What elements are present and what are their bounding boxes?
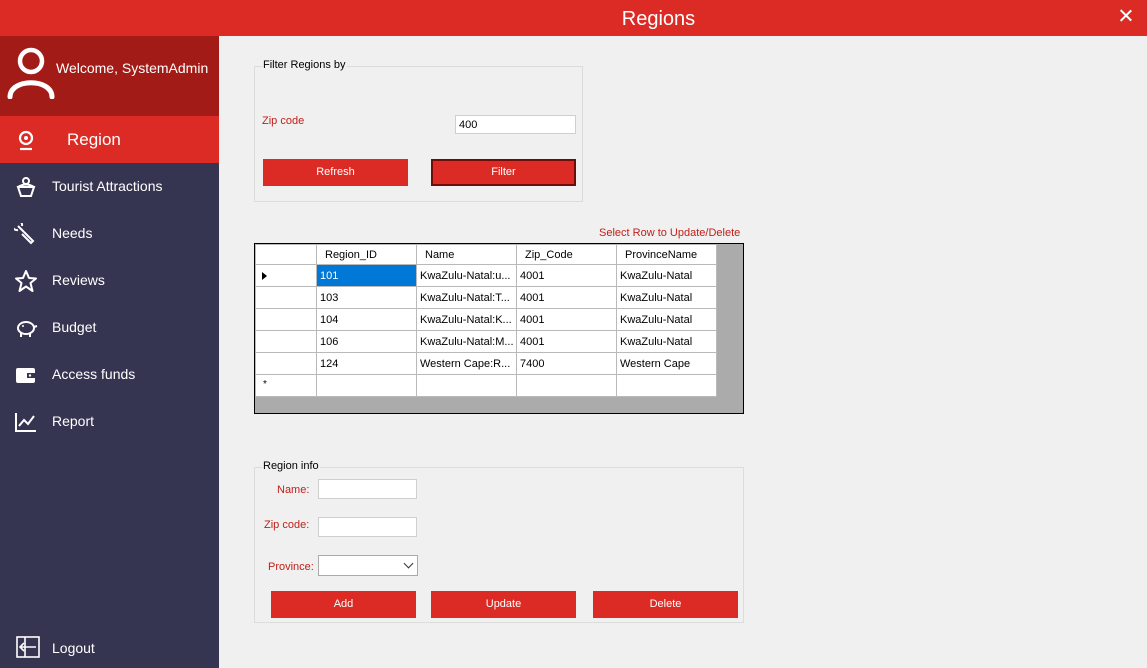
filter-button[interactable]: Filter xyxy=(431,159,576,186)
name-label: Name: xyxy=(277,484,310,496)
piggy-bank-icon xyxy=(17,321,38,337)
table-cell[interactable] xyxy=(616,374,717,397)
table-cell[interactable]: KwaZulu-Natal xyxy=(616,308,717,331)
nav-item-tourist-attractions[interactable]: Tourist Attractions xyxy=(0,163,219,210)
nav-item-budget[interactable]: Budget xyxy=(0,304,219,351)
regions-table: Region_ID Name Zip_Code ProvinceName 101… xyxy=(255,244,717,397)
province-select[interactable] xyxy=(318,555,418,576)
column-header[interactable]: ProvinceName xyxy=(616,244,717,265)
nav-label: Needs xyxy=(52,225,93,241)
logout-button[interactable]: Logout xyxy=(0,628,219,668)
nav-item-reviews[interactable]: Reviews xyxy=(0,257,219,304)
star-icon xyxy=(15,270,37,292)
zip-code-field[interactable] xyxy=(318,517,417,537)
row-header[interactable] xyxy=(255,308,317,331)
add-button[interactable]: Add xyxy=(271,591,416,618)
attraction-icon xyxy=(16,177,36,197)
title-bar: Regions xyxy=(0,0,1147,36)
table-row[interactable]: 101 KwaZulu-Natal:u... 4001 KwaZulu-Nata… xyxy=(255,264,717,287)
nav-item-report[interactable]: Report xyxy=(0,398,219,445)
row-header[interactable] xyxy=(255,352,317,375)
column-header[interactable]: Zip_Code xyxy=(516,244,617,265)
table-cell[interactable] xyxy=(516,374,617,397)
table-row[interactable]: 106 KwaZulu-Natal:M... 4001 KwaZulu-Nata… xyxy=(255,330,717,353)
table-row[interactable]: 124 Western Cape:R... 7400 Western Cape xyxy=(255,352,717,375)
row-header[interactable]: * xyxy=(255,374,317,397)
table-cell[interactable]: KwaZulu-Natal:u... xyxy=(416,264,517,287)
sidebar: Welcome, SystemAdmin Region Tourist Attr… xyxy=(0,36,219,668)
new-row[interactable]: * xyxy=(255,374,717,397)
table-cell[interactable] xyxy=(316,374,417,397)
nav-label: Reviews xyxy=(52,272,105,288)
map-pin-icon xyxy=(18,130,34,151)
table-cell[interactable]: KwaZulu-Natal:K... xyxy=(416,308,517,331)
table-cell[interactable] xyxy=(416,374,517,397)
table-cell[interactable]: KwaZulu-Natal:T... xyxy=(416,286,517,309)
filter-legend: Filter Regions by xyxy=(262,59,347,71)
table-cell[interactable]: Western Cape:R... xyxy=(416,352,517,375)
table-cell[interactable]: 4001 xyxy=(516,330,617,353)
close-icon[interactable] xyxy=(1119,9,1133,23)
nav-item-needs[interactable]: Needs xyxy=(0,210,219,257)
table-cell[interactable]: 104 xyxy=(316,308,417,331)
province-label: Province: xyxy=(268,561,314,573)
nav-item-access-funds[interactable]: Access funds xyxy=(0,351,219,398)
delete-button[interactable]: Delete xyxy=(593,591,738,618)
table-cell[interactable]: KwaZulu-Natal xyxy=(616,286,717,309)
table-row[interactable]: 104 KwaZulu-Natal:K... 4001 KwaZulu-Nata… xyxy=(255,308,717,331)
nav-label: Budget xyxy=(52,319,97,335)
table-cell[interactable]: 103 xyxy=(316,286,417,309)
logout-label: Logout xyxy=(52,640,95,656)
row-header[interactable] xyxy=(255,330,317,353)
zip-code-label: Zip code xyxy=(262,115,305,127)
refresh-button[interactable]: Refresh xyxy=(263,159,408,186)
table-row[interactable]: 103 KwaZulu-Natal:T... 4001 KwaZulu-Nata… xyxy=(255,286,717,309)
nav-label: Region xyxy=(67,130,121,149)
region-info-legend: Region info xyxy=(262,460,320,472)
wrench-icon xyxy=(14,223,35,245)
user-panel: Welcome, SystemAdmin xyxy=(0,36,219,116)
column-header[interactable]: Region_ID xyxy=(316,244,417,265)
nav-label: Tourist Attractions xyxy=(52,178,163,194)
welcome-text: Welcome, SystemAdmin xyxy=(56,60,209,76)
grid-hint: Select Row to Update/Delete xyxy=(599,227,741,239)
row-header[interactable] xyxy=(255,286,317,309)
user-avatar-icon xyxy=(7,47,55,99)
update-button[interactable]: Update xyxy=(431,591,576,618)
table-cell[interactable]: 124 xyxy=(316,352,417,375)
wallet-icon xyxy=(16,368,35,383)
nav-label: Access funds xyxy=(52,366,136,382)
logout-icon xyxy=(16,636,40,658)
column-header[interactable]: Name xyxy=(416,244,517,265)
row-header-corner xyxy=(255,244,317,265)
new-row-marker: * xyxy=(263,379,267,390)
table-cell[interactable]: 101 xyxy=(316,264,417,287)
table-cell[interactable]: 4001 xyxy=(516,286,617,309)
current-row-icon xyxy=(262,272,267,280)
header-row: Region_ID Name Zip_Code ProvinceName xyxy=(255,244,717,265)
table-cell[interactable]: Western Cape xyxy=(616,352,717,375)
table-cell[interactable]: 4001 xyxy=(516,264,617,287)
nav-label: Report xyxy=(52,413,95,429)
table-cell[interactable]: KwaZulu-Natal xyxy=(616,264,717,287)
table-cell[interactable]: 106 xyxy=(316,330,417,353)
chart-icon xyxy=(15,413,36,432)
row-header[interactable] xyxy=(255,264,317,287)
nav-item-region[interactable]: Region xyxy=(0,116,219,163)
table-cell[interactable]: 7400 xyxy=(516,352,617,375)
chevron-down-icon xyxy=(403,558,414,569)
regions-grid[interactable]: Region_ID Name Zip_Code ProvinceName 101… xyxy=(254,243,744,414)
window-title: Regions xyxy=(621,8,696,30)
zip-code-field-label: Zip code: xyxy=(264,519,310,531)
table-cell[interactable]: KwaZulu-Natal:M... xyxy=(416,330,517,353)
name-field[interactable] xyxy=(318,479,417,499)
filter-zip-input[interactable] xyxy=(455,115,576,134)
table-cell[interactable]: 4001 xyxy=(516,308,617,331)
table-cell[interactable]: KwaZulu-Natal xyxy=(616,330,717,353)
